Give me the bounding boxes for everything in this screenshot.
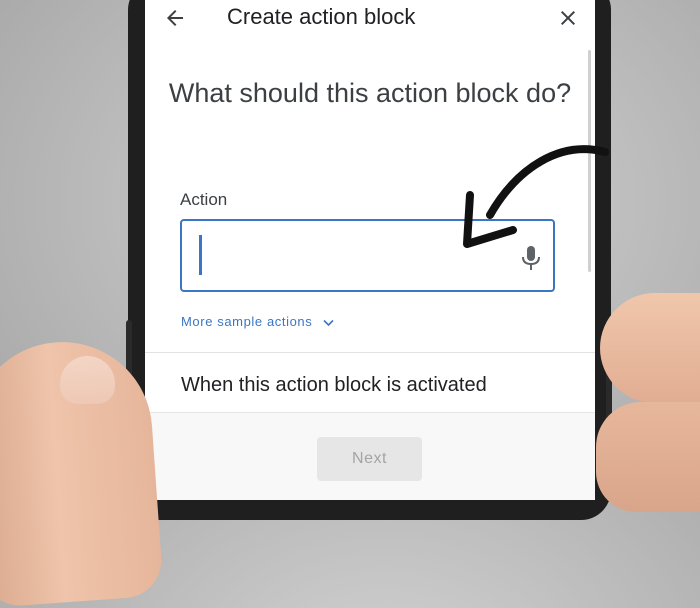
- chevron-down-icon: [322, 319, 334, 326]
- close-icon[interactable]: [556, 6, 580, 30]
- more-sample-actions-label: More sample actions: [181, 314, 313, 329]
- text-cursor: [199, 235, 202, 275]
- action-field-label: Action: [180, 190, 228, 209]
- annotation-arrow-icon: [463, 145, 609, 248]
- section-divider: [145, 352, 595, 353]
- activation-section-label: When this action block is activated: [181, 374, 487, 396]
- right-finger-upper: [600, 293, 700, 403]
- bottom-bar: Next: [145, 412, 595, 500]
- more-sample-actions-link[interactable]: More sample actions: [181, 314, 334, 329]
- next-button[interactable]: Next: [317, 437, 422, 481]
- app-bar: Create action block: [145, 0, 595, 36]
- app-title: Create action block: [227, 4, 416, 29]
- arrow-back-icon[interactable]: [163, 6, 187, 30]
- right-finger-lower: [596, 402, 700, 512]
- left-thumbnail: [60, 356, 115, 404]
- page-question: What should this action block do?: [168, 78, 572, 108]
